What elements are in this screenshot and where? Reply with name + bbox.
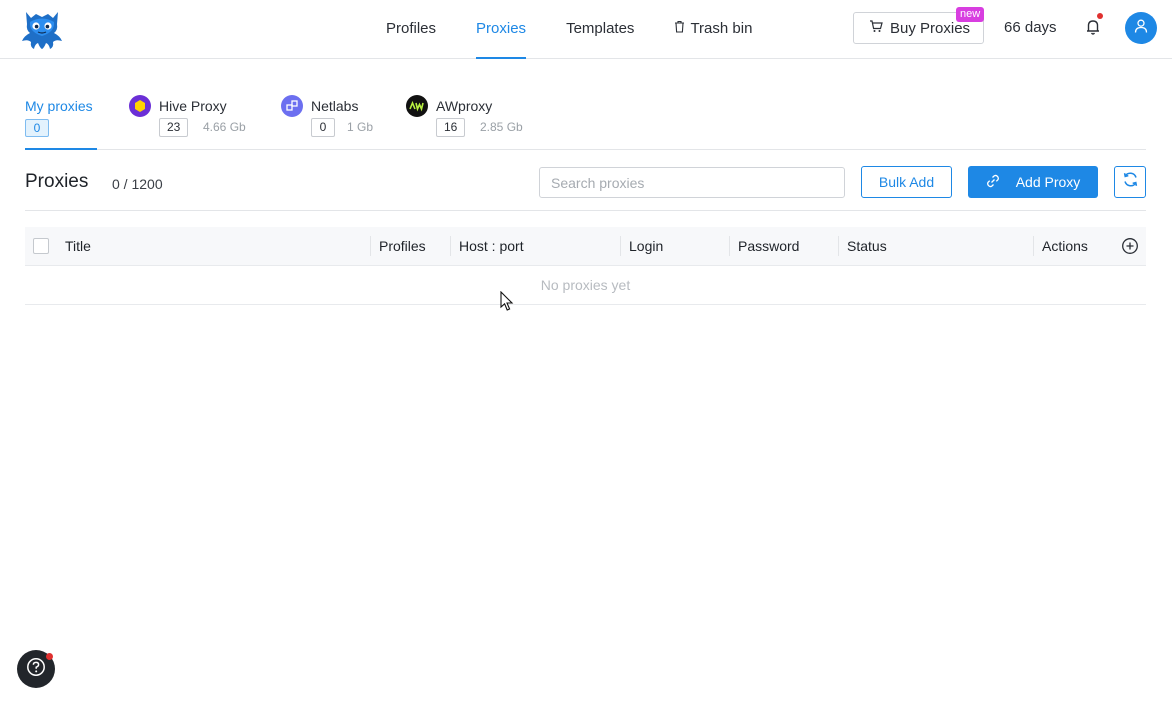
add-column-icon[interactable] [1121, 237, 1139, 255]
notification-dot [1097, 13, 1103, 19]
cart-icon [869, 19, 890, 37]
select-all-checkbox[interactable] [33, 238, 49, 254]
column-profiles[interactable]: Profiles [379, 227, 426, 266]
bell-icon[interactable] [1084, 17, 1102, 37]
add-proxy-button[interactable]: Add Proxy [968, 166, 1098, 198]
column-divider [370, 236, 371, 256]
column-status[interactable]: Status [847, 227, 887, 266]
page-title: Proxies [25, 171, 89, 192]
column-login[interactable]: Login [629, 227, 663, 266]
provider-tabs: My proxies 0 Hive Proxy 23 4.66 Gb Netla… [25, 90, 1146, 150]
column-divider [838, 236, 839, 256]
column-divider [1033, 236, 1034, 256]
tab-my-proxies[interactable]: My proxies 0 [25, 90, 97, 150]
nav-templates[interactable]: Templates [566, 0, 634, 58]
add-proxy-label: Add Proxy [1015, 174, 1081, 190]
column-divider [450, 236, 451, 256]
proxy-count: 0 / 1200 [112, 176, 163, 192]
mouse-cursor-icon [500, 290, 514, 312]
nav-trash-bin-label: Trash bin [690, 20, 753, 37]
main-nav: Profiles Proxies Templates Trash bin [386, 0, 792, 59]
top-header: Profiles Proxies Templates Trash bin Buy… [0, 0, 1172, 59]
avatar[interactable] [1125, 12, 1157, 44]
tab-hive-proxy[interactable]: Hive Proxy 23 4.66 Gb [129, 90, 259, 150]
toolbar-divider [25, 210, 1146, 211]
bulk-add-label: Bulk Add [878, 174, 935, 190]
refresh-button[interactable] [1114, 166, 1146, 198]
user-icon [1133, 18, 1149, 39]
column-divider [729, 236, 730, 256]
nav-proxies-label: Proxies [476, 20, 527, 37]
column-password[interactable]: Password [738, 227, 799, 266]
bulk-add-button[interactable]: Bulk Add [861, 166, 952, 198]
question-icon [26, 657, 46, 682]
netlabs-icon [281, 95, 303, 117]
help-notification-dot [46, 653, 53, 660]
awproxy-count: 16 [436, 118, 466, 137]
octopus-logo-icon[interactable] [20, 8, 64, 50]
tab-netlabs[interactable]: Netlabs 0 1 Gb [281, 90, 381, 150]
refresh-icon [1122, 171, 1139, 193]
column-divider [620, 236, 621, 256]
column-title[interactable]: Title [65, 227, 91, 266]
search-input[interactable] [539, 167, 845, 198]
nav-profiles-label: Profiles [386, 20, 437, 37]
column-host-port[interactable]: Host : port [459, 227, 524, 266]
tab-awproxy[interactable]: AWproxy 16 2.85 Gb [406, 90, 536, 150]
empty-state: No proxies yet [25, 266, 1146, 305]
hive-proxy-count: 23 [159, 118, 189, 137]
subscription-days: 66 days [1004, 19, 1057, 36]
hive-proxy-size: 4.66 Gb [203, 120, 246, 134]
link-icon [986, 174, 1016, 191]
trash-icon [674, 1, 685, 57]
netlabs-name: Netlabs [311, 98, 359, 114]
awproxy-icon [406, 95, 428, 117]
buy-proxies-label: Buy Proxies [890, 19, 971, 37]
nav-profiles[interactable]: Profiles [386, 0, 436, 58]
nav-trash-bin[interactable]: Trash bin [674, 0, 752, 58]
my-proxies-count: 0 [25, 119, 49, 137]
table-header: Title Profiles Host : port Login Passwor… [25, 227, 1146, 266]
awproxy-name: AWproxy [436, 98, 493, 114]
nav-templates-label: Templates [566, 20, 635, 37]
netlabs-count: 0 [311, 118, 335, 137]
nav-proxies[interactable]: Proxies [476, 0, 527, 59]
hive-proxy-name: Hive Proxy [159, 98, 227, 114]
tab-my-proxies-label: My proxies [25, 98, 93, 114]
new-badge: new [956, 7, 985, 22]
hive-proxy-icon [129, 95, 151, 117]
netlabs-size: 1 Gb [347, 120, 374, 134]
column-actions: Actions [1042, 238, 1088, 254]
awproxy-size: 2.85 Gb [480, 120, 523, 134]
